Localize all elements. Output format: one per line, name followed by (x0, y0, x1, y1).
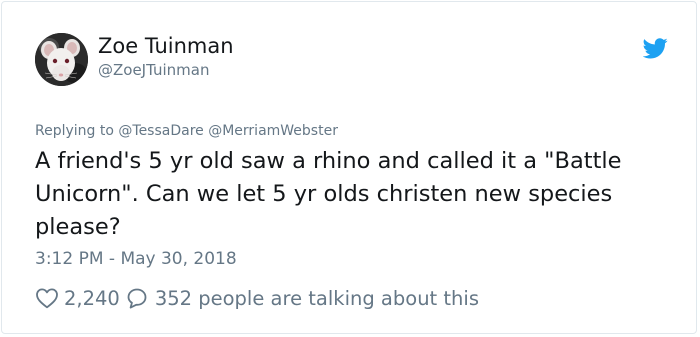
avatar[interactable] (35, 33, 88, 86)
reply-context: Replying to @TessaDare @MerriamWebster (35, 122, 338, 140)
conversation-button[interactable]: 352 people are talking about this (126, 287, 479, 310)
tweet-actions: 2,240 352 people are talking about this (35, 284, 479, 312)
like-button[interactable]: 2,240 (35, 287, 120, 310)
tweet-text: A friend's 5 yr old saw a rhino and call… (35, 148, 622, 240)
display-name[interactable]: Zoe Tuinman (98, 33, 234, 59)
like-count: 2,240 (64, 286, 120, 310)
talking-about-text: 352 people are talking about this (154, 286, 479, 310)
tweet-card: Zoe Tuinman @ZoeJTuinman Replying to @Te… (1, 1, 697, 334)
tweet-timestamp[interactable]: 3:12 PM - May 30, 2018 (35, 247, 237, 271)
mention-tessadare[interactable]: @TessaDare (118, 123, 203, 139)
twitter-bird-icon-graphic (642, 38, 668, 59)
mention-merriamwebster[interactable]: @MerriamWebster (208, 123, 338, 139)
speech-bubble-icon (127, 288, 147, 309)
replying-to-label: Replying to (35, 123, 114, 139)
heart-icon (36, 288, 58, 309)
twitter-bird-icon[interactable] (642, 38, 668, 59)
user-handle[interactable]: @ZoeJTuinman (98, 60, 209, 80)
rat-photo-avatar (35, 33, 88, 86)
